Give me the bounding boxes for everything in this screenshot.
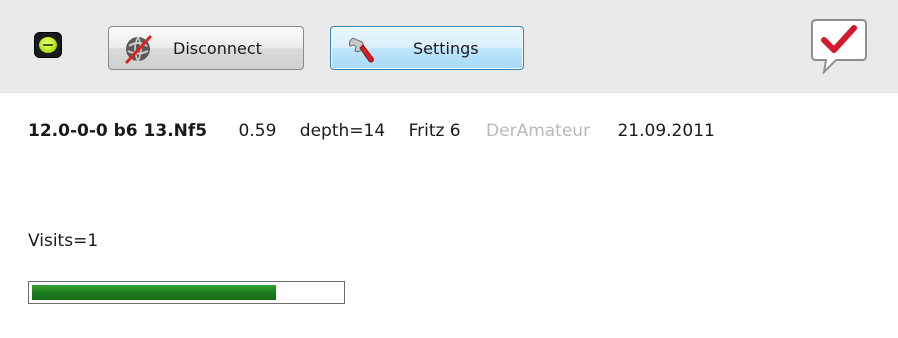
toolbar: Disconnect Settings [0,0,898,93]
progress-track [32,285,341,300]
depth-value: depth=14 [299,121,386,141]
status-led-dash [43,44,53,46]
analysis-panel: 12.0-0-0 b6 13.Nf5 0.59 depth=14 Fritz 6… [0,93,898,338]
disconnect-button[interactable]: Disconnect [108,26,304,70]
wrench-icon [348,37,374,63]
visits-label: Visits=1 [28,231,99,251]
user-name: DerAmateur [486,121,591,141]
settings-button-label: Settings [413,39,479,58]
progress-fill [32,285,277,300]
analysis-line[interactable]: 12.0-0-0 b6 13.Nf5 0.59 depth=14 Fritz 6… [28,121,715,141]
status-led-icon [34,32,62,58]
analysis-date: 21.09.2011 [617,121,715,141]
move-text: 12.0-0-0 b6 13.Nf5 [28,121,208,141]
disconnect-button-label: Disconnect [173,39,262,58]
engine-name: Fritz 6 [408,121,461,141]
evaluation-value: 0.59 [238,121,277,141]
settings-button[interactable]: Settings [330,26,524,70]
checkmark-speech-bubble-icon[interactable] [810,16,868,76]
disconnect-globe-icon [125,35,152,64]
progress-bar [28,281,345,304]
